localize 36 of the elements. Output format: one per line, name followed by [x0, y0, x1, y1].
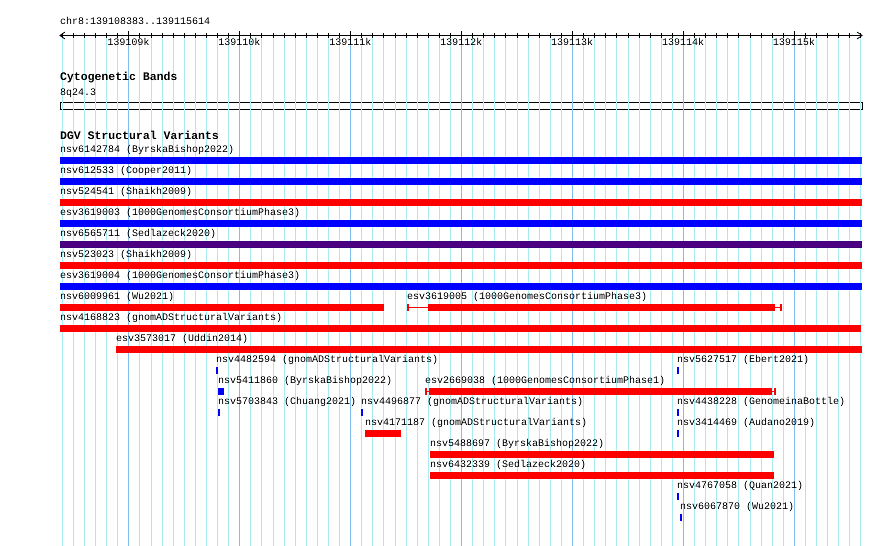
- ruler-label: 139109k: [107, 39, 150, 49]
- ruler-label: 139113k: [551, 39, 594, 49]
- band-label: 8q24.3: [60, 88, 96, 100]
- variant-label[interactable]: nsv524541 (Shaikh2009): [60, 187, 192, 199]
- variant-label[interactable]: nsv4171187 (gnomADStructuralVariants): [365, 418, 588, 430]
- variant-bar[interactable]: [407, 304, 782, 311]
- ruler-label: 139110k: [218, 39, 260, 49]
- ruler-label: 139112k: [440, 39, 482, 49]
- variant-label[interactable]: nsv6009961 (Wu2021): [60, 292, 174, 304]
- variant-label[interactable]: nsv5411860 (ByrskaBishop2022): [218, 376, 392, 388]
- variant-label[interactable]: nsv4767058 (Quan2021): [677, 481, 804, 493]
- variant-label[interactable]: nsv612533 (Cooper2011): [60, 166, 192, 178]
- ruler-label: 139115k: [772, 39, 815, 49]
- variant-label[interactable]: esv2669038 (1000GenomesConsortiumPhase1): [425, 376, 666, 388]
- track-title: Cytogenetic Bands: [60, 71, 178, 84]
- ruler-label: 139111k: [329, 39, 372, 49]
- variant-label[interactable]: nsv6142784 (ByrskaBishop2022): [60, 145, 234, 157]
- variant-label[interactable]: nsv4482594 (gnomADStructuralVariants): [216, 355, 438, 367]
- variant-label[interactable]: nsv3414469 (Audano2019): [677, 418, 816, 430]
- variant-label[interactable]: esv3573017 (Uddin2014): [116, 334, 248, 346]
- variant-label[interactable]: nsv5627517 (Ebert2021): [677, 355, 810, 367]
- variant-label[interactable]: nsv4438228 (GenomeinaBottle): [677, 397, 846, 409]
- variant-label[interactable]: nsv5488697 (ByrskaBishop2022): [430, 439, 604, 451]
- variant-label[interactable]: nsv4496877 (gnomADStructuralVariants): [361, 397, 584, 409]
- variant-label[interactable]: nsv6432339 (Sedlazeck2020): [430, 460, 586, 472]
- track-title: DGV Structural Variants: [60, 130, 219, 143]
- variant-label[interactable]: esv3619003 (1000GenomesConsortiumPhase3): [60, 208, 300, 220]
- variant-label[interactable]: nsv6565711 (Sedlazeck2020): [60, 229, 216, 241]
- ruler-label: 139114k: [662, 39, 704, 49]
- variant-label[interactable]: esv3619004 (1000GenomesConsortiumPhase3): [60, 271, 300, 283]
- variant-label[interactable]: esv3619005 (1000GenomesConsortiumPhase3): [407, 292, 648, 304]
- variant-label[interactable]: nsv4168823 (gnomADStructuralVariants): [60, 313, 282, 325]
- variant-label[interactable]: nsv5703843 (Chuang2021): [218, 397, 356, 409]
- location-label: chr8:139108383..139115614: [60, 17, 210, 29]
- variant-label[interactable]: nsv523023 (Shaikh2009): [60, 250, 192, 262]
- variant-label[interactable]: nsv6067870 (Wu2021): [680, 502, 794, 514]
